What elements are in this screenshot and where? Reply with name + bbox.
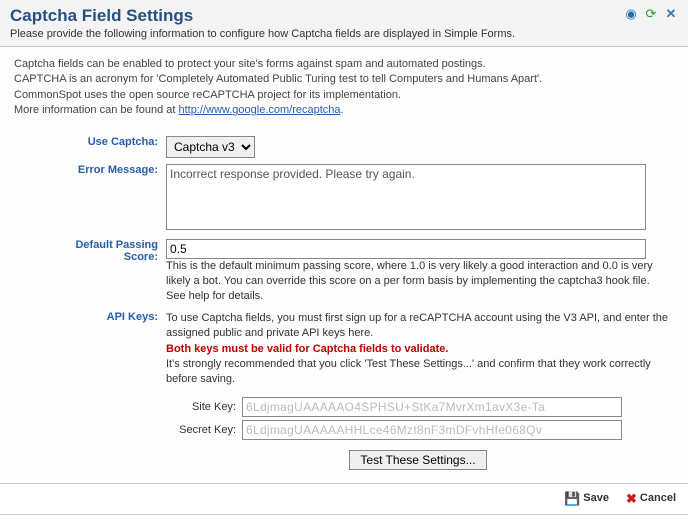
- passing-score-help: This is the default minimum passing scor…: [166, 259, 670, 305]
- recaptcha-link[interactable]: http://www.google.com/recaptcha: [178, 104, 340, 116]
- label-use-captcha: Use Captcha:: [14, 133, 162, 161]
- dialog-footer: 💾 Save ✖ Cancel: [0, 483, 688, 514]
- error-message-input[interactable]: Incorrect response provided. Please try …: [166, 164, 646, 230]
- label-secret-key: Secret Key:: [166, 424, 242, 436]
- api-help-1: To use Captcha fields, you must first si…: [166, 311, 670, 342]
- save-icon: 💾: [564, 492, 580, 505]
- refresh-icon[interactable]: ⟳: [644, 6, 658, 20]
- site-key-input[interactable]: [242, 397, 622, 417]
- use-captcha-select[interactable]: Captcha v3: [166, 136, 255, 158]
- api-warning: Both keys must be valid for Captcha fiel…: [166, 342, 670, 357]
- intro-text: Captcha fields can be enabled to protect…: [14, 57, 674, 119]
- label-api-keys: API Keys:: [14, 308, 162, 473]
- label-error-message: Error Message:: [14, 161, 162, 236]
- help-icon[interactable]: ◉: [624, 6, 638, 20]
- label-site-key: Site Key:: [166, 401, 242, 413]
- test-settings-button[interactable]: Test These Settings...: [349, 450, 486, 470]
- cancel-icon: ✖: [626, 492, 637, 505]
- passing-score-input[interactable]: [166, 239, 646, 259]
- save-button[interactable]: 💾 Save: [564, 492, 609, 505]
- page-title: Captcha Field Settings: [10, 6, 678, 26]
- page-subtitle: Please provide the following information…: [10, 28, 678, 40]
- api-help-2: It's strongly recommended that you click…: [166, 357, 670, 388]
- label-passing-score: Default Passing Score:: [14, 236, 162, 308]
- dialog-header: Captcha Field Settings Please provide th…: [0, 0, 688, 47]
- cancel-button[interactable]: ✖ Cancel: [626, 492, 676, 505]
- close-icon[interactable]: ✕: [664, 6, 678, 20]
- secret-key-input[interactable]: [242, 420, 622, 440]
